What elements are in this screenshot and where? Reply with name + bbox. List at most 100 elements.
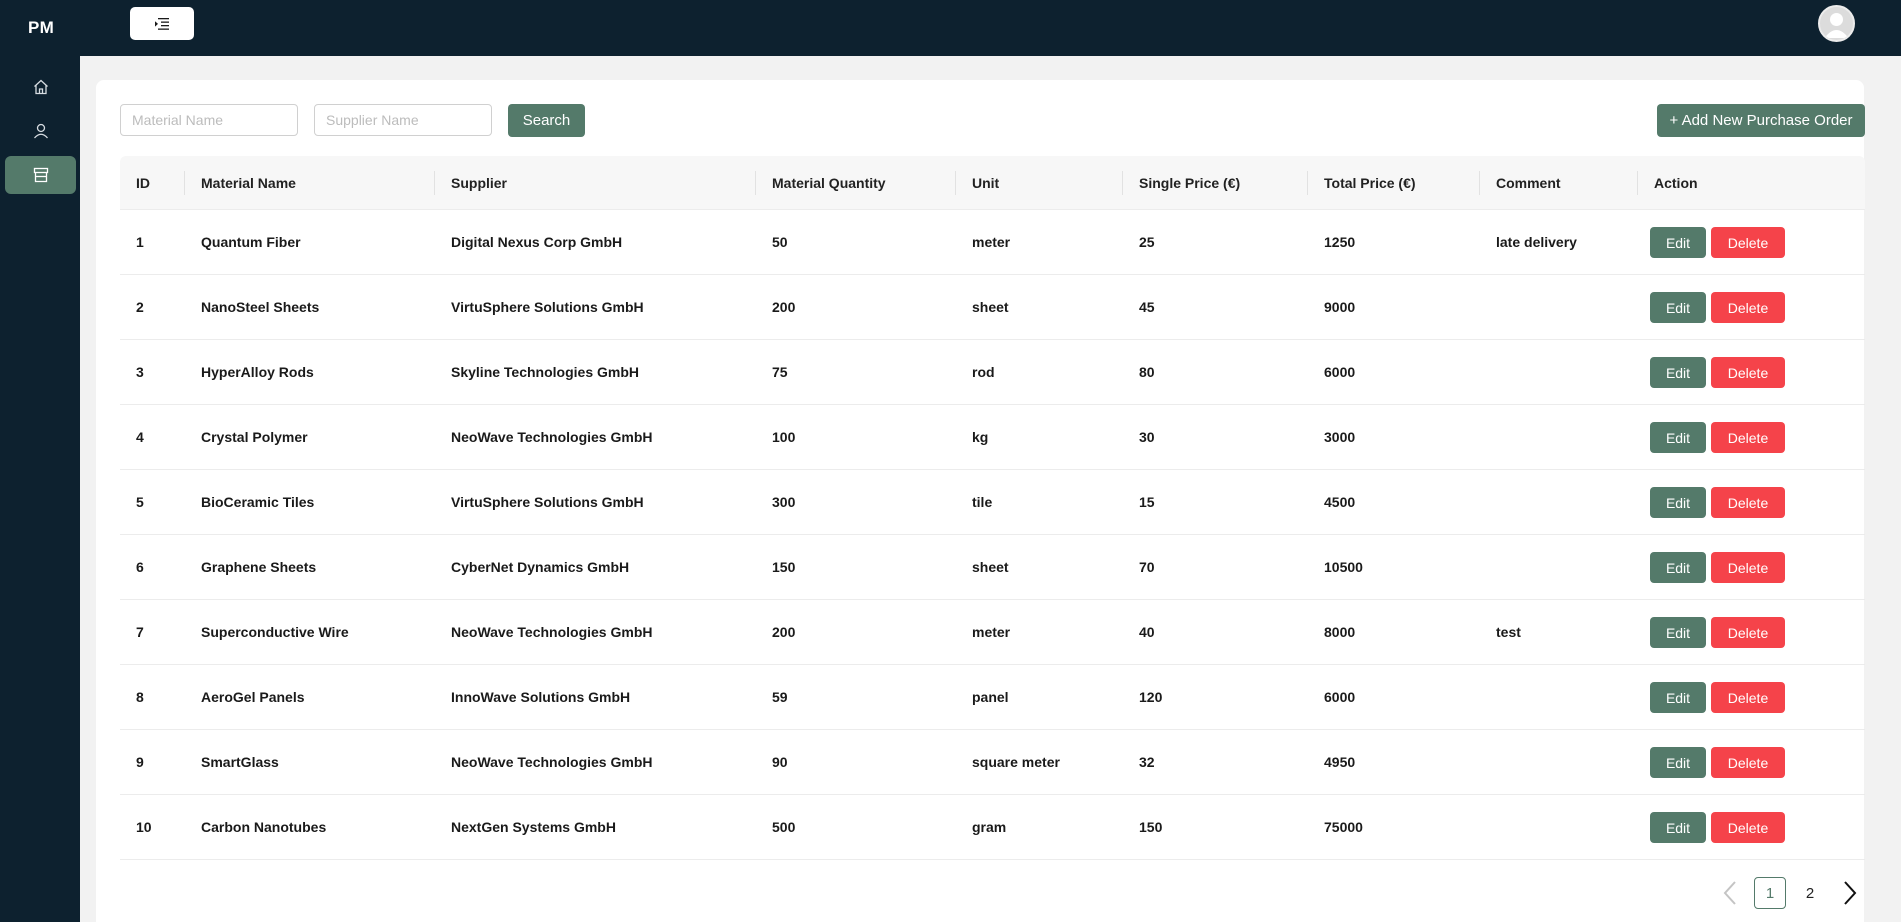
brand-logo: PM [28, 18, 55, 37]
cell-quantity: 300 [772, 494, 796, 510]
pagination-page-1[interactable]: 1 [1754, 877, 1786, 909]
cell-comment: late delivery [1496, 234, 1577, 250]
column-divider [434, 171, 435, 195]
cell-material-name: Crystal Polymer [201, 429, 308, 445]
cell-supplier: Digital Nexus Corp GmbH [451, 234, 623, 250]
delete-button[interactable]: Delete [1711, 487, 1785, 518]
column-divider [755, 171, 756, 195]
delete-button[interactable]: Delete [1711, 747, 1785, 778]
cell-unit: square meter [972, 754, 1060, 770]
edit-button[interactable]: Edit [1650, 682, 1706, 713]
edit-button[interactable]: Edit [1650, 487, 1706, 518]
delete-button[interactable]: Delete [1711, 682, 1785, 713]
table-row: 9 SmartGlass NeoWave Technologies GmbH 9… [120, 730, 1865, 795]
cell-single-price: 70 [1139, 559, 1155, 575]
add-purchase-order-button[interactable]: + Add New Purchase Order [1657, 104, 1865, 137]
cell-supplier: NeoWave Technologies GmbH [451, 429, 653, 445]
sidebar-item-users[interactable] [5, 112, 76, 150]
cell-supplier: NeoWave Technologies GmbH [451, 754, 653, 770]
cell-total-price: 1250 [1324, 234, 1356, 250]
supplier-name-input[interactable] [314, 104, 492, 136]
cell-material-name: Quantum Fiber [201, 234, 301, 250]
cell-supplier: VirtuSphere Solutions GmbH [451, 299, 644, 315]
sidebar-item-home[interactable] [5, 68, 76, 106]
user-avatar[interactable] [1818, 5, 1855, 42]
edit-button[interactable]: Edit [1650, 812, 1706, 843]
table-row: 7 Superconductive Wire NeoWave Technolog… [120, 600, 1865, 665]
search-button[interactable]: Search [508, 104, 585, 137]
top-bar: PM [0, 0, 1901, 56]
cell-id: 2 [136, 299, 144, 315]
menu-toggle-button[interactable] [130, 7, 194, 40]
sidebar [0, 56, 80, 922]
cell-single-price: 40 [1139, 624, 1155, 640]
cell-id: 7 [136, 624, 144, 640]
edit-button[interactable]: Edit [1650, 227, 1706, 258]
sidebar-item-purchase-orders[interactable] [5, 156, 76, 194]
delete-button[interactable]: Delete [1711, 812, 1785, 843]
purchase-orders-card: Search + Add New Purchase Order ID Mater… [96, 80, 1866, 922]
edit-button[interactable]: Edit [1650, 617, 1706, 648]
column-divider [1122, 171, 1123, 195]
cell-total-price: 3000 [1324, 429, 1356, 445]
cell-id: 5 [136, 494, 144, 510]
cell-total-price: 4500 [1324, 494, 1356, 510]
table-row: 4 Crystal Polymer NeoWave Technologies G… [120, 405, 1865, 470]
cell-material-name: Superconductive Wire [201, 624, 349, 640]
delete-button[interactable]: Delete [1711, 227, 1785, 258]
column-divider [184, 171, 185, 195]
delete-button[interactable]: Delete [1711, 617, 1785, 648]
chevron-right-icon [1844, 881, 1857, 905]
column-divider [1637, 171, 1638, 195]
delete-button[interactable]: Delete [1711, 357, 1785, 388]
material-name-input[interactable] [120, 104, 298, 136]
cell-quantity: 90 [772, 754, 788, 770]
column-header-action: Action [1654, 175, 1698, 191]
pagination-prev-button[interactable] [1714, 877, 1746, 909]
delete-button[interactable]: Delete [1711, 422, 1785, 453]
cell-unit: sheet [972, 299, 1009, 315]
cell-total-price: 4950 [1324, 754, 1356, 770]
column-header-single-price: Single Price (€) [1139, 175, 1241, 191]
cell-unit: meter [972, 624, 1011, 640]
cell-unit: panel [972, 689, 1009, 705]
cell-quantity: 150 [772, 559, 796, 575]
cell-quantity: 59 [772, 689, 788, 705]
cell-id: 3 [136, 364, 144, 380]
cell-material-name: Carbon Nanotubes [201, 819, 327, 835]
cell-quantity: 100 [772, 429, 796, 445]
table-row: 10 Carbon Nanotubes NextGen Systems GmbH… [120, 795, 1865, 860]
edit-button[interactable]: Edit [1650, 747, 1706, 778]
cell-unit: sheet [972, 559, 1009, 575]
edit-button[interactable]: Edit [1650, 357, 1706, 388]
cell-supplier: NextGen Systems GmbH [451, 819, 616, 835]
table-row: 2 NanoSteel Sheets VirtuSphere Solutions… [120, 275, 1865, 340]
column-header-material: Material Name [201, 175, 296, 191]
edit-button[interactable]: Edit [1650, 422, 1706, 453]
cell-unit: meter [972, 234, 1011, 250]
column-divider [1479, 171, 1480, 195]
column-header-id: ID [136, 175, 150, 191]
chevron-left-icon [1723, 881, 1736, 905]
cell-single-price: 80 [1139, 364, 1155, 380]
pagination-next-button[interactable] [1834, 877, 1866, 909]
cell-total-price: 8000 [1324, 624, 1356, 640]
edit-button[interactable]: Edit [1650, 552, 1706, 583]
menu-indent-icon [155, 17, 169, 30]
cell-id: 4 [136, 429, 144, 445]
cell-total-price: 9000 [1324, 299, 1356, 315]
cell-id: 6 [136, 559, 144, 575]
column-divider [1307, 171, 1308, 195]
pagination-page-2[interactable]: 2 [1794, 877, 1826, 909]
cell-single-price: 32 [1139, 754, 1155, 770]
edit-button[interactable]: Edit [1650, 292, 1706, 323]
column-header-quantity: Material Quantity [772, 175, 886, 191]
cell-id: 9 [136, 754, 144, 770]
cell-material-name: HyperAlloy Rods [201, 364, 314, 380]
delete-button[interactable]: Delete [1711, 552, 1785, 583]
table-row: 1 Quantum Fiber Digital Nexus Corp GmbH … [120, 210, 1865, 275]
cell-unit: kg [972, 429, 989, 445]
delete-button[interactable]: Delete [1711, 292, 1785, 323]
cell-supplier: NeoWave Technologies GmbH [451, 624, 653, 640]
cell-comment: test [1496, 624, 1521, 640]
